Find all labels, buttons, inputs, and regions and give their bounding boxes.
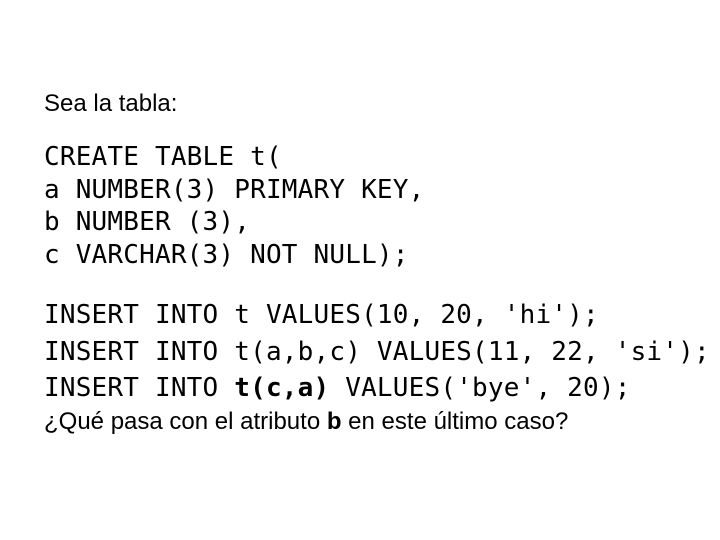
question-part: ¿Qué pasa con el atributo [44,408,327,435]
code-line: CREATE TABLE t( [44,142,282,172]
create-table-block: CREATE TABLE t( a NUMBER(3) PRIMARY KEY,… [44,141,676,271]
code-line: INSERT INTO t(a,b,c) VALUES(11, 22, 'si'… [44,337,710,367]
code-line: INSERT INTO t VALUES(10, 20, 'hi'); [44,300,599,330]
slide-content: Sea la tabla: CREATE TABLE t( a NUMBER(3… [0,0,720,436]
insert-block: INSERT INTO t VALUES(10, 20, 'hi'); INSE… [44,297,676,406]
code-line: VALUES('bye', 20); [329,373,630,403]
question-bold-b: b [327,408,342,435]
question-part: en este último caso? [342,408,569,435]
code-line: c VARCHAR(3) NOT NULL); [44,240,409,270]
code-line: a NUMBER(3) PRIMARY KEY, [44,175,424,205]
intro-text: Sea la tabla: [44,88,676,119]
code-line: b NUMBER (3), [44,207,250,237]
code-line: INSERT INTO [44,373,234,403]
question-text: ¿Qué pasa con el atributo b en este últi… [44,408,676,436]
highlight-columns: t(c,a) [234,373,329,403]
